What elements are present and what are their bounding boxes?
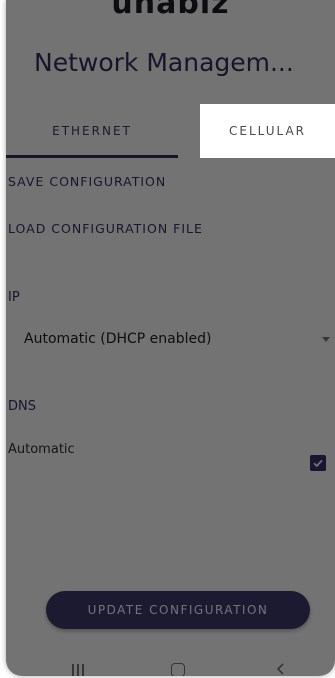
- brand-logo-text: unabiz: [111, 0, 230, 21]
- load-configuration-file-button[interactable]: LOAD CONFIGURATION FILE: [8, 221, 203, 236]
- chevron-down-icon: [322, 337, 330, 342]
- tab-bar: ETHERNET CELLULAR: [6, 104, 335, 158]
- tab-active-indicator: [6, 155, 178, 158]
- page-title: Network Managem...: [34, 48, 294, 77]
- save-configuration-button[interactable]: SAVE CONFIGURATION: [8, 174, 166, 189]
- dns-mode-label: Automatic: [8, 442, 75, 457]
- ip-mode-value: Automatic (DHCP enabled): [24, 331, 212, 347]
- tab-ethernet-label: ETHERNET: [52, 124, 132, 138]
- check-icon: [313, 459, 323, 468]
- dns-automatic-checkbox[interactable]: [310, 455, 326, 471]
- tab-cellular-label: CELLULAR: [228, 124, 307, 138]
- recents-icon[interactable]: [72, 664, 84, 676]
- ip-section-label: IP: [8, 290, 20, 305]
- tab-cellular[interactable]: CELLULAR: [200, 104, 335, 158]
- ip-mode-select[interactable]: Automatic (DHCP enabled): [24, 331, 330, 353]
- back-icon[interactable]: [274, 662, 288, 676]
- dns-section-label: DNS: [8, 399, 36, 414]
- tab-ethernet[interactable]: ETHERNET: [6, 104, 178, 158]
- update-configuration-label: UPDATE CONFIGURATION: [87, 603, 269, 617]
- home-icon[interactable]: [171, 663, 185, 676]
- screen: unabiz Network Managem... ETHERNET CELLU…: [0, 0, 335, 678]
- app-window: unabiz Network Managem... ETHERNET CELLU…: [6, 0, 335, 676]
- system-nav-bar: [6, 656, 335, 676]
- update-configuration-button[interactable]: UPDATE CONFIGURATION: [46, 591, 310, 629]
